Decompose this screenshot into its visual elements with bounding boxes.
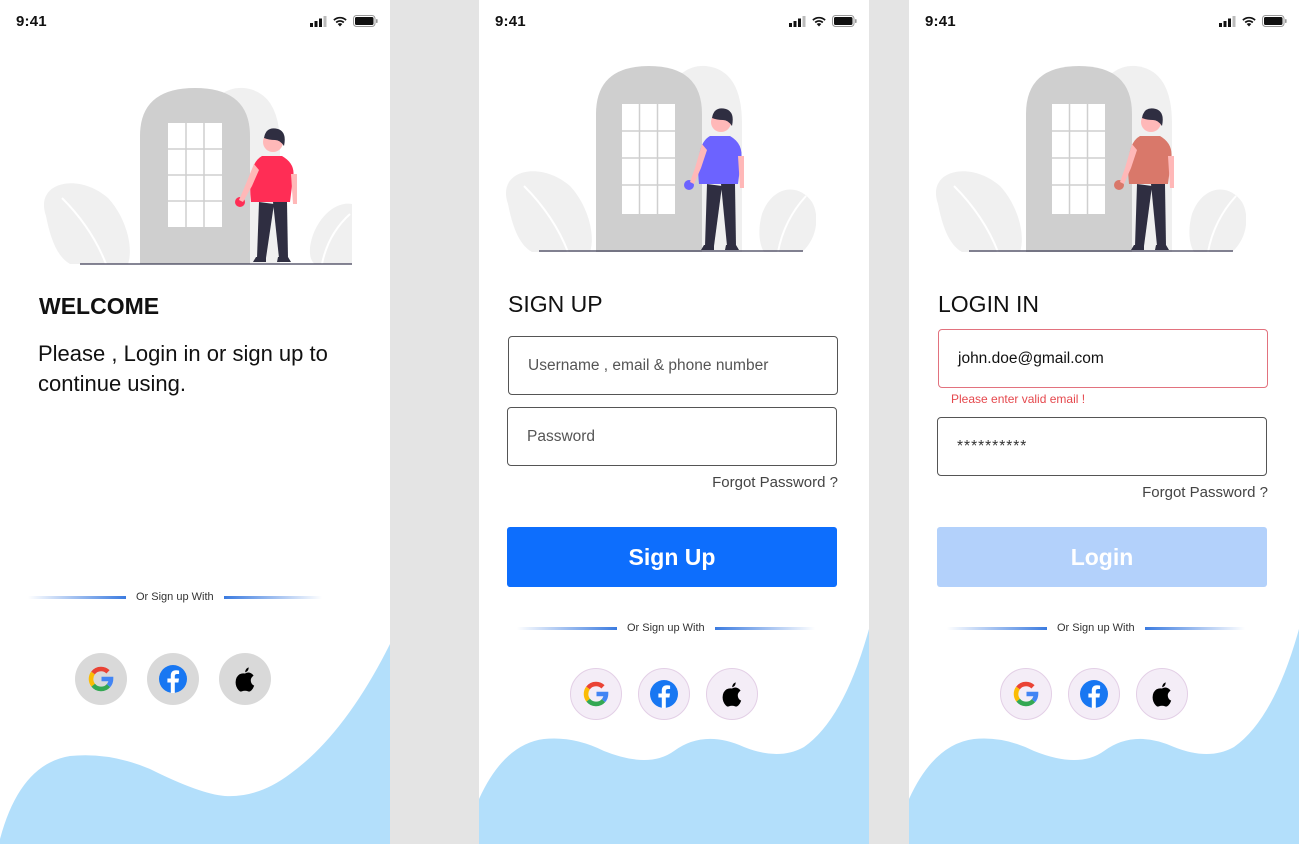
sign-up-button[interactable]: Sign Up xyxy=(507,527,837,587)
status-bar: 9:41 xyxy=(479,0,869,44)
wave-decoration xyxy=(479,629,869,844)
email-field[interactable]: john.doe@gmail.com xyxy=(938,329,1268,388)
page-title: LOGIN IN xyxy=(938,291,1039,317)
email-error-message: Please enter valid email ! xyxy=(951,392,1086,406)
username-field[interactable]: Username , email & phone number xyxy=(508,336,838,395)
social-divider: Or Sign up With xyxy=(28,591,322,603)
wave-shape xyxy=(479,629,869,844)
password-field[interactable]: Password xyxy=(507,407,837,466)
signup-screen: 9:41 SIGN UP Username , email & phone nu… xyxy=(479,0,869,844)
divider-text: Or Sign up With xyxy=(136,591,214,603)
battery-icon xyxy=(1262,15,1287,27)
login-screen: 9:41 LOGIN IN john.doe@gmail.com Please … xyxy=(909,0,1299,844)
status-bar: 9:41 xyxy=(909,0,1299,44)
wave-decoration xyxy=(0,644,390,844)
wave-decoration xyxy=(909,629,1299,844)
welcome-message: Please , Login in or sign up to continue… xyxy=(38,341,328,396)
signal-icon xyxy=(1219,15,1236,27)
status-time: 9:41 xyxy=(16,13,47,30)
forgot-password-link[interactable]: Forgot Password ? xyxy=(1142,484,1268,501)
wifi-icon xyxy=(812,16,826,26)
wifi-icon xyxy=(1242,16,1256,26)
forgot-password-link[interactable]: Forgot Password ? xyxy=(712,474,838,491)
password-field[interactable]: ********** xyxy=(937,417,1267,476)
illustration xyxy=(932,64,1246,254)
status-bar: 9:41 xyxy=(0,0,390,44)
illustration xyxy=(40,86,354,266)
login-button[interactable]: Login xyxy=(937,527,1267,587)
wave-shape xyxy=(0,644,390,844)
signal-icon xyxy=(789,15,806,27)
wifi-icon xyxy=(333,16,347,26)
wave-shape xyxy=(909,629,1299,844)
page-title: WELCOME xyxy=(39,293,160,319)
signal-icon xyxy=(310,15,327,27)
battery-icon xyxy=(353,15,378,27)
illustration xyxy=(502,64,816,254)
welcome-screen: 9:41 WELCOME Please , Login in or sign u… xyxy=(0,0,390,844)
page-title: SIGN UP xyxy=(508,291,603,317)
status-time: 9:41 xyxy=(495,13,526,30)
status-time: 9:41 xyxy=(925,13,956,30)
battery-icon xyxy=(832,15,857,27)
